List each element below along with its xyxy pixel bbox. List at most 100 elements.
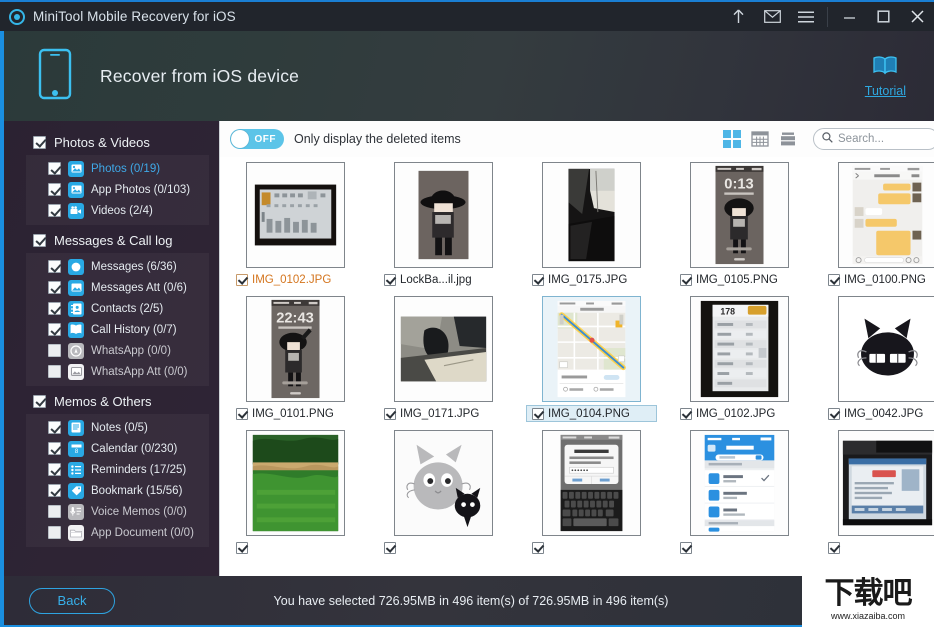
sidebar-item-photos[interactable]: Photos (0/19) [26,158,209,179]
item-checkbox[interactable] [532,407,544,420]
grid-item[interactable] [230,430,361,556]
group-header[interactable]: Messages & Call log [4,229,219,251]
grid-item[interactable]: 22:43 IMG_0101.PNG [230,296,361,422]
item-checkbox[interactable] [384,541,396,554]
item-checkbox[interactable] [384,273,396,286]
grid-item[interactable]: 0:13 IMG_0105.PNG [674,162,805,288]
thumbnail[interactable] [542,296,641,402]
item-checkbox[interactable] [48,421,61,434]
group-checkbox[interactable] [33,233,46,247]
item-checkbox[interactable] [48,484,61,497]
grid-item[interactable]: IMG_0042.JPG [822,296,934,422]
item-checkbox[interactable] [48,442,61,455]
thumbnail[interactable] [394,162,493,268]
upload-icon[interactable] [721,1,755,32]
group-header[interactable]: Memos & Others [4,390,219,412]
sidebar-item-reminders[interactable]: Reminders (17/25) [26,459,209,480]
item-checkbox[interactable] [48,281,61,294]
search-input[interactable] [838,133,933,145]
thumbnail[interactable]: 0:13 [690,162,789,268]
sidebar-item-app-document[interactable]: App Document (0/0) [26,522,209,543]
item-checkbox[interactable] [48,344,61,357]
item-checkbox[interactable] [828,541,840,554]
item-checkbox[interactable] [680,273,692,286]
tutorial-button[interactable]: Tutorial [865,55,906,98]
sidebar-item-bookmark[interactable]: Bookmark (15/56) [26,480,209,501]
item-checkbox[interactable] [384,407,396,420]
grid-item[interactable] [674,430,805,556]
back-button[interactable]: Back [29,587,115,614]
item-checkbox[interactable] [48,463,61,476]
thumbnail-caption[interactable]: IMG_0175.JPG [526,271,657,288]
thumbnail[interactable] [838,296,934,402]
thumbnail-caption[interactable] [378,539,509,556]
thumbnail-caption[interactable]: IMG_0102.JPG [674,405,805,422]
menu-icon[interactable] [789,1,823,32]
item-checkbox[interactable] [48,365,61,378]
sidebar-item-app-photos[interactable]: App Photos (0/103) [26,179,209,200]
item-checkbox[interactable] [532,541,544,554]
grid-item[interactable] [378,430,509,556]
close-icon[interactable] [900,1,934,32]
thumbnail[interactable] [542,162,641,268]
grid-item[interactable] [526,430,657,556]
thumbnail-caption[interactable] [674,539,805,556]
grid-item[interactable] [822,430,934,556]
thumbnail[interactable] [394,430,493,536]
deleted-items-toggle[interactable]: OFF [230,129,284,149]
thumbnail-caption[interactable]: IMG_0101.PNG [230,405,361,422]
item-checkbox[interactable] [680,407,692,420]
grid-item[interactable]: 178 IMG_0102.JPG [674,296,805,422]
sidebar-item-messages[interactable]: Messages (6/36) [26,256,209,277]
thumbnail-caption[interactable]: IMG_0102.JPG [230,271,361,288]
sidebar-item-contacts[interactable]: Contacts (2/5) [26,298,209,319]
grid-item[interactable]: IMG_0175.JPG [526,162,657,288]
item-checkbox[interactable] [48,204,61,217]
sidebar-item-whatsapp[interactable]: WhatsApp (0/0) [26,340,209,361]
grid-item[interactable]: IMG_0102.JPG [230,162,361,288]
item-checkbox[interactable] [680,541,692,554]
sidebar-item-calendar[interactable]: 8 Calendar (0/230) [26,438,209,459]
sidebar-item-call-history[interactable]: Call History (0/7) [26,319,209,340]
thumbnail[interactable] [838,430,934,536]
search-box[interactable] [813,128,934,150]
thumbnail-caption[interactable] [822,539,934,556]
thumbnail-caption[interactable]: LockBa...il.jpg [378,271,509,288]
thumbnail[interactable] [542,430,641,536]
thumbnail-caption[interactable]: IMG_0104.PNG [526,405,657,422]
thumbnail[interactable] [246,430,345,536]
grid-item[interactable]: LockBa...il.jpg [378,162,509,288]
thumbnail[interactable]: 178 [690,296,789,402]
item-checkbox[interactable] [48,260,61,273]
sidebar-item-whatsapp-att[interactable]: WhatsApp Att (0/0) [26,361,209,382]
item-checkbox[interactable] [48,183,61,196]
sidebar-item-notes[interactable]: Notes (0/5) [26,417,209,438]
item-checkbox[interactable] [236,541,248,554]
maximize-icon[interactable] [866,1,900,32]
item-checkbox[interactable] [828,273,840,286]
item-checkbox[interactable] [48,526,61,539]
item-checkbox[interactable] [236,407,248,420]
thumbnail[interactable] [394,296,493,402]
minimize-icon[interactable] [832,1,866,32]
grid-item[interactable]: IMG_0100.PNG [822,162,934,288]
thumbnail[interactable] [246,162,345,268]
thumbnail-caption[interactable]: IMG_0105.PNG [674,271,805,288]
sidebar-item-videos[interactable]: Videos (2/4) [26,200,209,221]
grid-item[interactable]: IMG_0171.JPG [378,296,509,422]
thumbnail[interactable] [838,162,934,268]
group-checkbox[interactable] [33,135,46,149]
thumbnail[interactable]: 22:43 [246,296,345,402]
calendar-view-icon[interactable] [747,126,773,152]
item-checkbox[interactable] [48,323,61,336]
thumbnail-caption[interactable]: IMG_0171.JPG [378,405,509,422]
thumbnail-caption[interactable] [230,539,361,556]
item-checkbox[interactable] [48,302,61,315]
list-view-icon[interactable] [775,126,801,152]
sidebar-item-voice-memos[interactable]: Voice Memos (0/0) [26,501,209,522]
thumbnail[interactable] [690,430,789,536]
thumbnail-caption[interactable]: IMG_0100.PNG [822,271,934,288]
item-checkbox[interactable] [532,273,544,286]
item-checkbox[interactable] [48,505,61,518]
item-checkbox[interactable] [828,407,840,420]
